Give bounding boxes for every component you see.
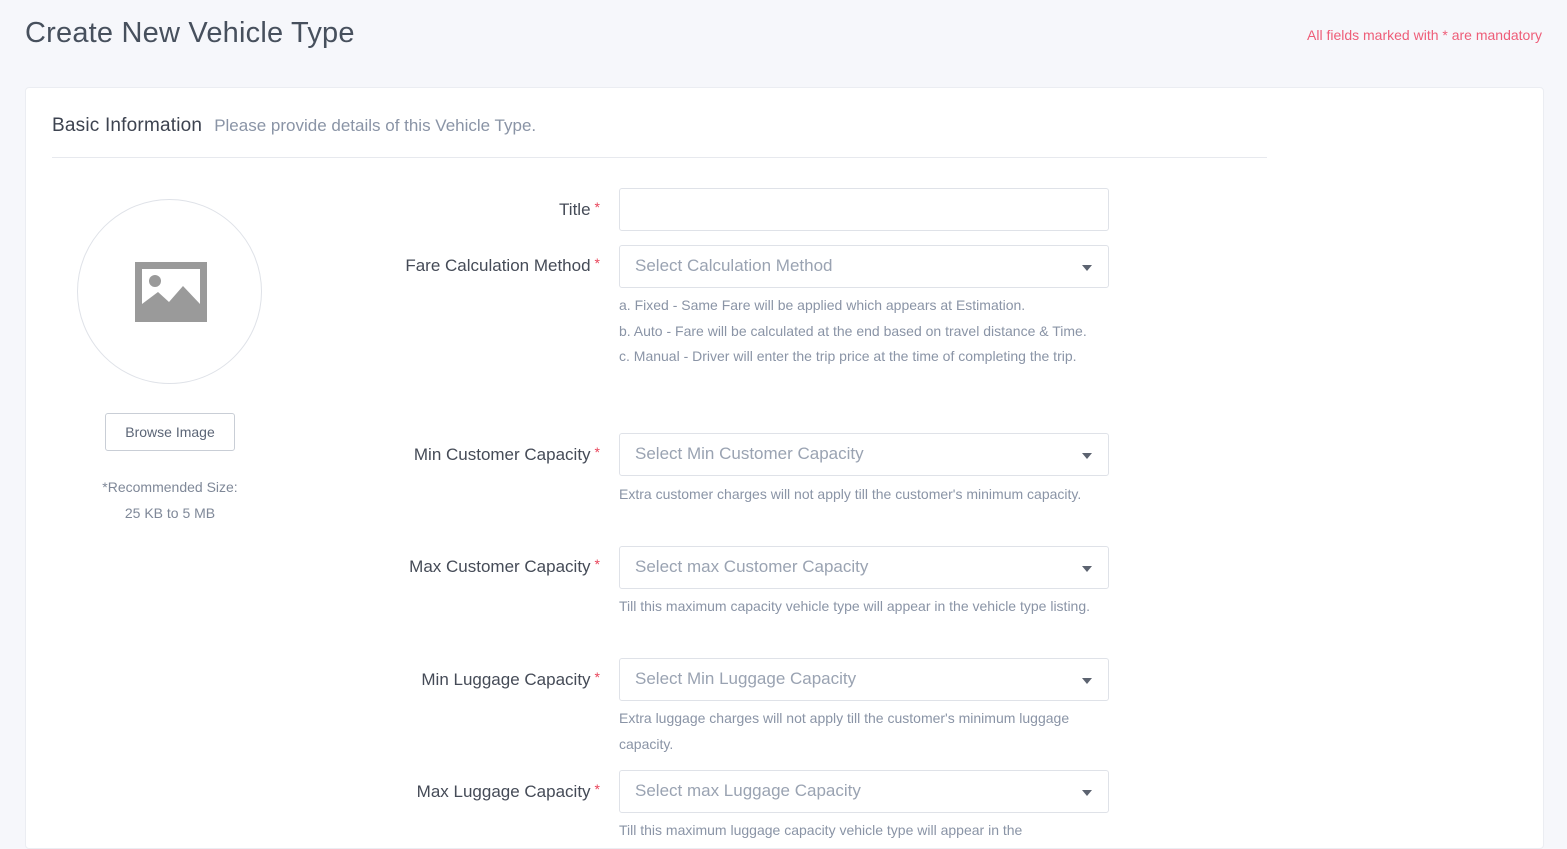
- section-divider: [52, 157, 1267, 158]
- max-luggage-label-text: Max Luggage Capacity: [416, 782, 591, 801]
- section-subtitle: Please provide details of this Vehicle T…: [214, 116, 537, 135]
- chevron-down-icon: [1082, 790, 1092, 796]
- recommended-size-note: *Recommended Size: 25 KB to 5 MB: [70, 474, 270, 526]
- chevron-down-icon: [1082, 678, 1092, 684]
- required-mark: *: [594, 556, 600, 572]
- min-customer-select[interactable]: Select Min Customer Capacity: [619, 433, 1109, 476]
- page-title: Create New Vehicle Type: [25, 17, 355, 49]
- max-luggage-select[interactable]: Select max Luggage Capacity: [619, 770, 1109, 813]
- fare-method-help-auto: b. Auto - Fare will be calculated at the…: [619, 322, 1087, 339]
- min-customer-placeholder: Select Min Customer Capacity: [635, 444, 864, 463]
- fare-method-label-text: Fare Calculation Method: [405, 256, 591, 275]
- required-mark: *: [594, 199, 600, 215]
- max-customer-help: Till this maximum capacity vehicle type …: [619, 598, 1091, 614]
- min-customer-label: Min Customer Capacity *: [414, 444, 600, 465]
- title-field: [619, 188, 1109, 231]
- max-customer-label: Max Customer Capacity *: [409, 556, 600, 577]
- chevron-down-icon: [1082, 566, 1092, 572]
- max-luggage-help: Till this maximum luggage capacity vehic…: [619, 822, 1023, 838]
- basic-information-card: Basic Information Please provide details …: [25, 87, 1544, 849]
- title-label: Title *: [559, 199, 600, 220]
- required-mark: *: [594, 781, 600, 797]
- fare-method-help-manual: c. Manual - Driver will enter the trip p…: [619, 348, 1077, 364]
- title-input[interactable]: [620, 189, 1108, 230]
- max-customer-label-text: Max Customer Capacity: [409, 557, 591, 576]
- min-luggage-placeholder: Select Min Luggage Capacity: [635, 669, 857, 688]
- required-mark: *: [594, 669, 600, 685]
- chevron-down-icon: [1082, 453, 1092, 459]
- max-luggage-placeholder: Select max Luggage Capacity: [635, 781, 861, 800]
- fare-method-help: a. Fixed - Same Fare will be applied whi…: [619, 293, 1114, 370]
- title-label-text: Title: [559, 200, 591, 219]
- fare-method-label: Fare Calculation Method *: [405, 255, 600, 276]
- fare-method-help-fixed: a. Fixed - Same Fare will be applied whi…: [619, 297, 1026, 313]
- max-luggage-label: Max Luggage Capacity *: [417, 781, 600, 802]
- fare-method-placeholder: Select Calculation Method: [635, 256, 833, 275]
- image-placeholder-icon: [135, 262, 207, 322]
- recommended-size-line1: *Recommended Size:: [102, 479, 238, 495]
- section-title: Basic Information: [52, 115, 203, 136]
- mandatory-fields-note: All fields marked with * are mandatory: [1307, 27, 1542, 43]
- min-luggage-select[interactable]: Select Min Luggage Capacity: [619, 658, 1109, 701]
- max-customer-select[interactable]: Select max Customer Capacity: [619, 546, 1109, 589]
- fare-method-select[interactable]: Select Calculation Method: [619, 245, 1109, 288]
- chevron-down-icon: [1082, 265, 1092, 271]
- required-mark: *: [594, 255, 600, 271]
- min-luggage-label: Min Luggage Capacity *: [421, 669, 600, 690]
- required-mark: *: [594, 444, 600, 460]
- browse-image-button[interactable]: Browse Image: [105, 413, 235, 451]
- min-customer-help: Extra customer charges will not apply ti…: [619, 486, 1082, 502]
- recommended-size-line2: 25 KB to 5 MB: [124, 505, 216, 521]
- section-header: Basic Information Please provide details …: [52, 115, 536, 137]
- max-customer-placeholder: Select max Customer Capacity: [635, 557, 869, 576]
- image-preview[interactable]: [77, 199, 262, 384]
- min-customer-label-text: Min Customer Capacity: [413, 445, 591, 464]
- min-luggage-help: Extra luggage charges will not apply til…: [619, 710, 1070, 752]
- min-luggage-label-text: Min Luggage Capacity: [421, 670, 591, 689]
